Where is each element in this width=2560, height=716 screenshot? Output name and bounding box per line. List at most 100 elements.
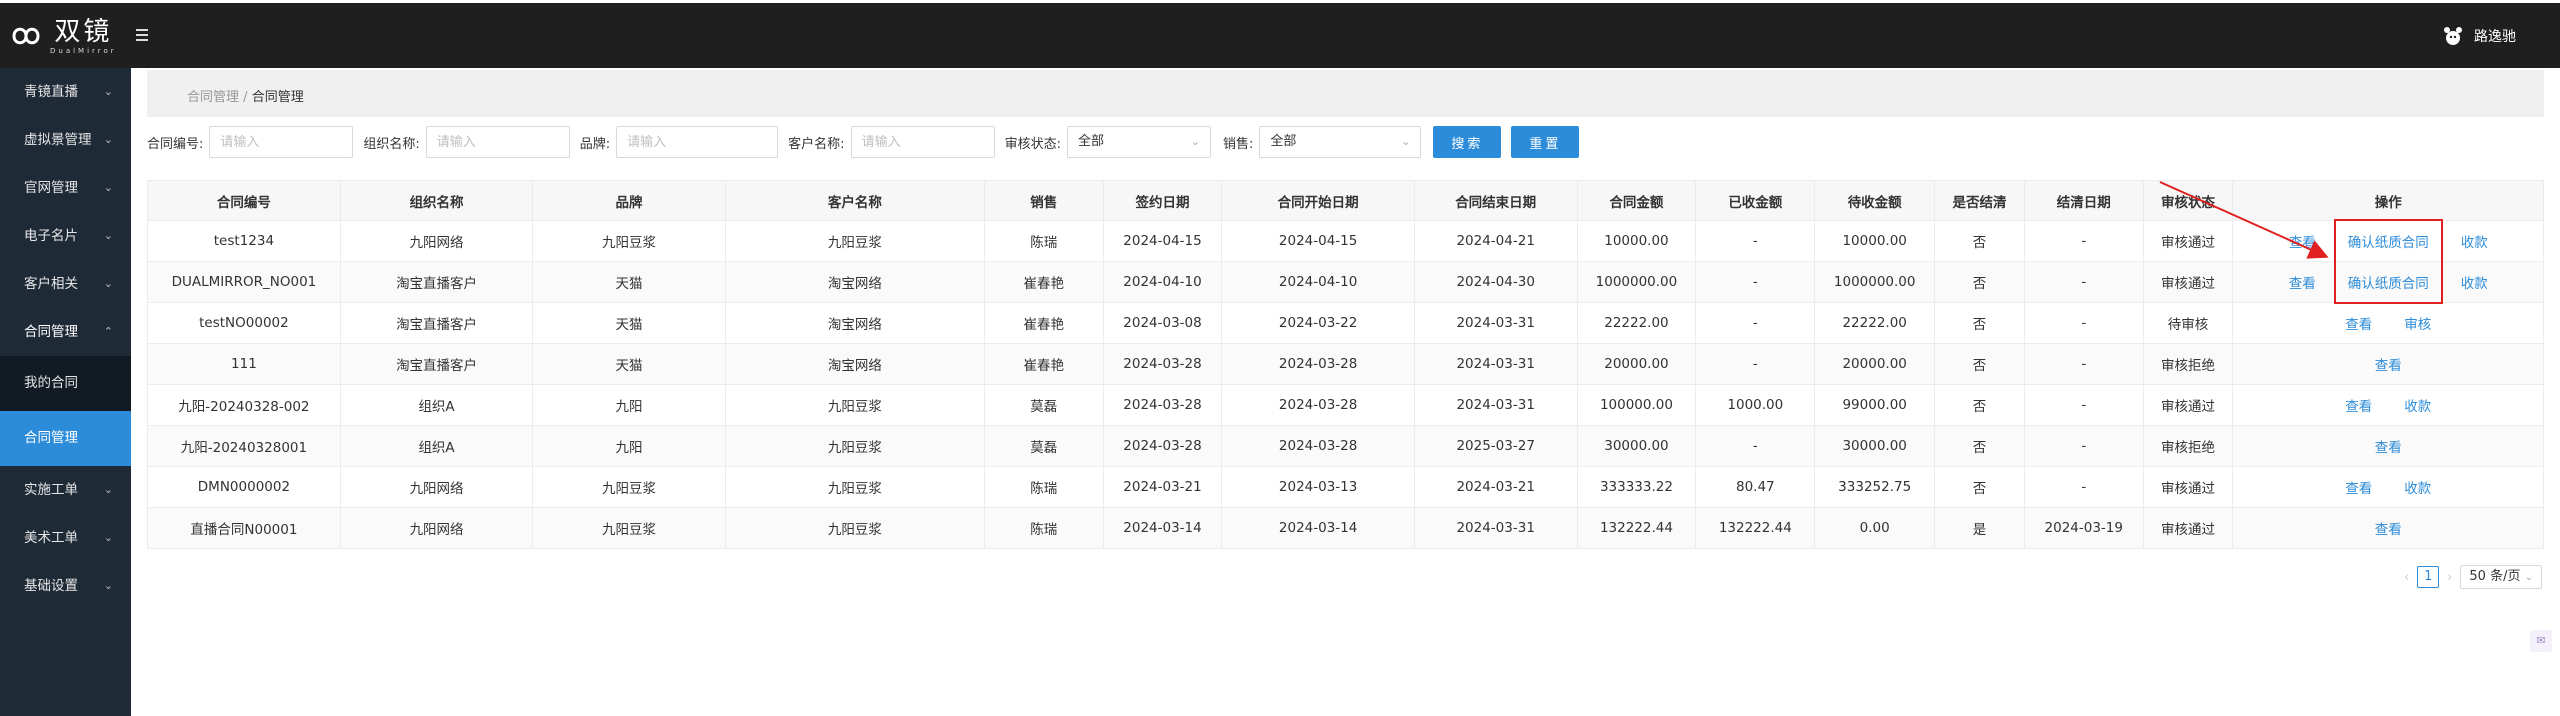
user-menu[interactable]: 路逸驰 (2442, 25, 2516, 47)
table-cell: 九阳豆浆 (724, 507, 985, 549)
view-link[interactable]: 查看 (2289, 272, 2316, 292)
sidebar-item-contract-group[interactable]: 合同管理 ⌃ (0, 308, 131, 356)
table-cell: 淘宝直播客户 (339, 302, 534, 344)
col-header: 品牌 (532, 180, 726, 221)
table-header-row: 合同编号 组织名称 品牌 客户名称 销售 签约日期 合同开始日期 合同结束日期 … (147, 180, 2544, 221)
table-cell: 否 (1934, 261, 2025, 303)
table-cell: 审核通过 (2142, 507, 2234, 549)
audit-status-select[interactable]: 全部 ⌄ (1066, 126, 1211, 158)
brand-input[interactable] (616, 126, 779, 158)
table-cell: - (1695, 220, 1816, 262)
table-cell: 2024-03-13 (1221, 466, 1415, 508)
col-header: 结清日期 (2023, 180, 2144, 221)
confirm-paper-contract-link[interactable]: 确认纸质合同 (2348, 231, 2429, 251)
table-cell: 否 (1934, 302, 2025, 344)
collect-payment-link[interactable]: 收款 (2404, 477, 2431, 497)
table-cell: 2024-04-15 (1102, 220, 1223, 262)
view-link[interactable]: 查看 (2375, 354, 2402, 374)
table-cell: 1000000.00 (1576, 261, 1697, 303)
table-cell: DUALMIRROR_NO001 (147, 261, 341, 303)
view-link[interactable]: 查看 (2375, 436, 2402, 456)
prev-page-icon[interactable]: ‹ (2404, 570, 2409, 585)
sidebar-item-qingjing-live[interactable]: 青镜直播 ⌄ (0, 68, 131, 116)
table-cell: 是 (1934, 507, 2025, 549)
sidebar-item-virtual-scene[interactable]: 虚拟景管理 ⌄ (0, 116, 131, 164)
table-cell: 九阳豆浆 (532, 220, 726, 262)
chevron-down-icon: ⌄ (2524, 572, 2533, 583)
view-link[interactable]: 查看 (2345, 477, 2372, 497)
search-button[interactable]: 搜索 (1433, 126, 1502, 158)
table-cell: 天猫 (532, 261, 726, 303)
logo-subtitle: DualMirror (50, 47, 117, 55)
page-size-select[interactable]: 50 条/页 ⌄ (2460, 565, 2542, 589)
view-link[interactable]: 查看 (2289, 231, 2316, 251)
table-cell: 2024-04-30 (1413, 261, 1578, 303)
table-row: 直播合同N00001 九阳网络 九阳豆浆 九阳豆浆 陈瑞 2024-03-14 2024-0… (147, 507, 2544, 549)
sidebar: 青镜直播 ⌄ 虚拟景管理 ⌄ 官网管理 ⌄ 电子名片 ⌄ 客户相关 ⌄ 合同管理 ⌃ 我的合… (0, 68, 131, 716)
table-cell: 0.00 (1814, 507, 1936, 549)
page-number[interactable]: 1 (2417, 566, 2440, 588)
sidebar-item-basic-settings[interactable]: 基础设置 ⌄ (0, 562, 131, 610)
view-link[interactable]: 查看 (2375, 518, 2402, 538)
contract-no-input[interactable] (209, 126, 354, 158)
table-cell: 九阳豆浆 (724, 425, 985, 467)
table-cell: 审核通过 (2142, 261, 2234, 303)
table-cell: 九阳豆浆 (724, 466, 985, 508)
breadcrumb-parent[interactable]: 合同管理 (187, 90, 239, 105)
view-link[interactable]: 查看 (2345, 395, 2372, 415)
table-cell: 九阳-20240328-002 (147, 384, 341, 426)
table-cell: 132222.44 (1576, 507, 1697, 549)
sidebar-item-art-orders[interactable]: 美术工单 ⌄ (0, 514, 131, 562)
table-cell: 132222.44 (1695, 507, 1816, 549)
avatar-icon (2444, 27, 2462, 45)
table-cell: 2024-03-31 (1413, 343, 1578, 385)
customer-name-input[interactable] (850, 126, 995, 158)
sidebar-item-contract-management[interactable]: 合同管理 (0, 411, 131, 466)
chat-icon[interactable]: ✉ (2530, 630, 2552, 652)
sidebar-item-ecard[interactable]: 电子名片 ⌄ (0, 212, 131, 260)
chevron-down-icon: ⌄ (103, 483, 113, 496)
table-cell: 22222.00 (1814, 302, 1936, 344)
sidebar-item-implementation-orders[interactable]: 实施工单 ⌄ (0, 466, 131, 514)
contract-table: 合同编号 组织名称 品牌 客户名称 销售 签约日期 合同开始日期 合同结束日期 … (147, 180, 2544, 549)
view-link[interactable]: 查看 (2345, 313, 2372, 333)
col-header: 已收金额 (1695, 180, 1816, 221)
customer-name-label: 客户名称: (788, 136, 845, 152)
menu-toggle-icon[interactable] (136, 29, 150, 43)
table-cell: 333252.75 (1814, 466, 1936, 508)
table-cell: 审核通过 (2142, 220, 2234, 262)
table-cell: 天猫 (532, 343, 726, 385)
chevron-down-icon: ⌄ (103, 277, 113, 290)
audit-link[interactable]: 审核 (2404, 313, 2431, 333)
confirm-paper-contract-link[interactable]: 确认纸质合同 (2348, 272, 2429, 292)
table-row: 九阳-20240328-002 组织A 九阳 九阳豆浆 莫磊 2024-03-28 2024… (147, 384, 2544, 426)
sales-select[interactable]: 全部 ⌄ (1259, 126, 1422, 158)
table-cell: 2024-03-21 (1102, 466, 1223, 508)
table-cell: 崔春艳 (983, 261, 1104, 303)
table-cell: - (1695, 343, 1816, 385)
sidebar-item-website[interactable]: 官网管理 ⌄ (0, 164, 131, 212)
collect-payment-link[interactable]: 收款 (2404, 395, 2431, 415)
table-cell: 九阳豆浆 (724, 220, 985, 262)
table-cell: - (1695, 425, 1816, 467)
reset-button[interactable]: 重置 (1511, 126, 1580, 158)
chevron-down-icon: ⌄ (103, 229, 113, 242)
table-cell: 2024-03-08 (1102, 302, 1223, 344)
org-name-input[interactable] (425, 126, 570, 158)
next-page-icon[interactable]: › (2447, 570, 2452, 585)
table-cell: 审核拒绝 (2142, 425, 2234, 467)
logo[interactable]: 双镜 DualMirror (8, 17, 117, 57)
breadcrumb-bar: 合同管理 / 合同管理 (147, 70, 2544, 117)
col-header: 合同开始日期 (1221, 180, 1415, 221)
collect-payment-link[interactable]: 收款 (2461, 272, 2488, 292)
table-cell: 2024-03-28 (1102, 425, 1223, 467)
chevron-down-icon: ⌄ (103, 531, 113, 544)
sidebar-item-customer[interactable]: 客户相关 ⌄ (0, 260, 131, 308)
sales-label: 销售: (1222, 136, 1254, 152)
table-row: 111 淘宝直播客户 天猫 淘宝网络 崔春艳 2024-03-28 2024-03-28 20… (147, 343, 2544, 385)
sidebar-item-my-contracts[interactable]: 我的合同 (0, 356, 131, 411)
table-cell: - (2023, 425, 2144, 467)
brand-label: 品牌: (579, 136, 611, 152)
collect-payment-link[interactable]: 收款 (2461, 231, 2488, 251)
table-cell: 九阳豆浆 (724, 384, 985, 426)
